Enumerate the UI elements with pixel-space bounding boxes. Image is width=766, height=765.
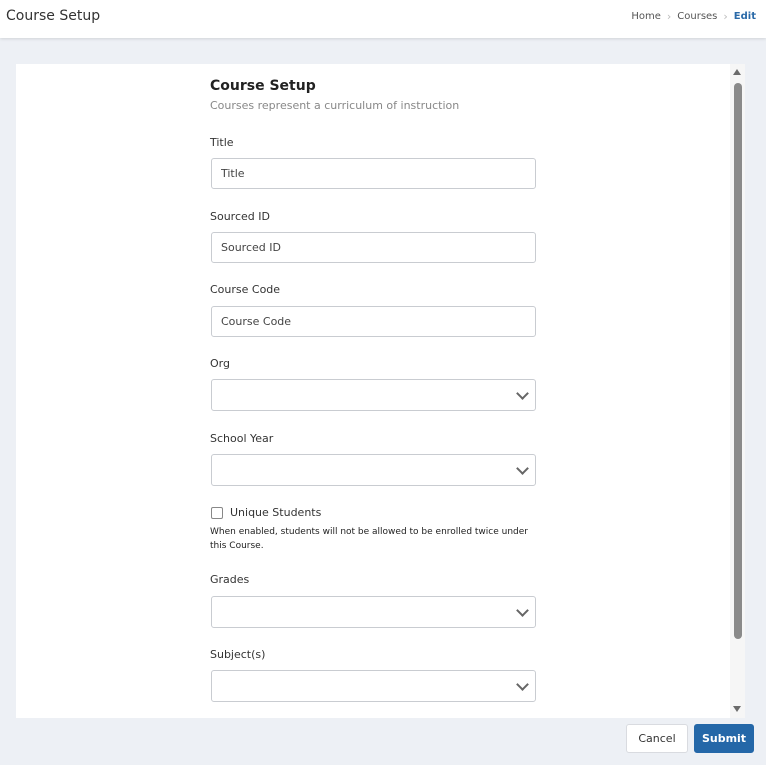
scroll-down-arrow-icon[interactable] — [733, 706, 741, 712]
scroll-up-arrow-icon[interactable] — [733, 69, 741, 75]
grades-select[interactable] — [211, 596, 536, 628]
chevron-down-icon — [516, 462, 529, 475]
submit-button[interactable]: Submit — [694, 724, 754, 753]
org-select[interactable] — [211, 379, 536, 411]
school-year-label: School Year — [210, 432, 274, 445]
org-label: Org — [210, 357, 230, 370]
subjects-select[interactable] — [211, 670, 536, 702]
cancel-button[interactable]: Cancel — [626, 724, 688, 753]
unique-students-helper: When enabled, students will not be allow… — [210, 527, 528, 551]
form-card: Course Setup Courses represent a curricu… — [16, 64, 745, 718]
breadcrumb-home[interactable]: Home — [631, 11, 661, 22]
vertical-scrollbar[interactable] — [730, 64, 745, 718]
course-setup-form: Course Setup Courses represent a curricu… — [210, 78, 536, 702]
page-title: Course Setup — [6, 8, 101, 24]
top-bar: Course Setup Home › Courses › Edit — [0, 0, 766, 38]
form-subtitle: Courses represent a curriculum of instru… — [210, 99, 460, 112]
chevron-down-icon — [516, 387, 529, 400]
course-code-input[interactable] — [211, 306, 536, 337]
title-label: Title — [210, 136, 234, 149]
sourced-id-input[interactable] — [211, 232, 536, 263]
breadcrumb-edit: Edit — [733, 11, 756, 22]
chevron-down-icon — [516, 604, 529, 617]
school-year-select[interactable] — [211, 454, 536, 486]
unique-students-checkbox[interactable] — [211, 506, 223, 519]
breadcrumb-courses[interactable]: Courses — [677, 11, 717, 22]
sourced-id-label: Sourced ID — [210, 210, 270, 223]
course-code-label: Course Code — [210, 283, 281, 296]
unique-students-label[interactable]: Unique Students — [230, 506, 321, 519]
scrollbar-thumb[interactable] — [734, 83, 742, 639]
breadcrumb: Home › Courses › Edit — [631, 10, 756, 23]
unique-students-row: Unique Students — [211, 506, 321, 519]
chevron-down-icon — [516, 678, 529, 691]
chevron-right-icon: › — [666, 10, 672, 23]
subjects-label: Subject(s) — [210, 648, 266, 661]
grades-label: Grades — [210, 573, 250, 586]
title-input[interactable] — [211, 158, 536, 189]
form-title: Course Setup — [210, 78, 316, 94]
chevron-right-icon: › — [723, 10, 728, 23]
